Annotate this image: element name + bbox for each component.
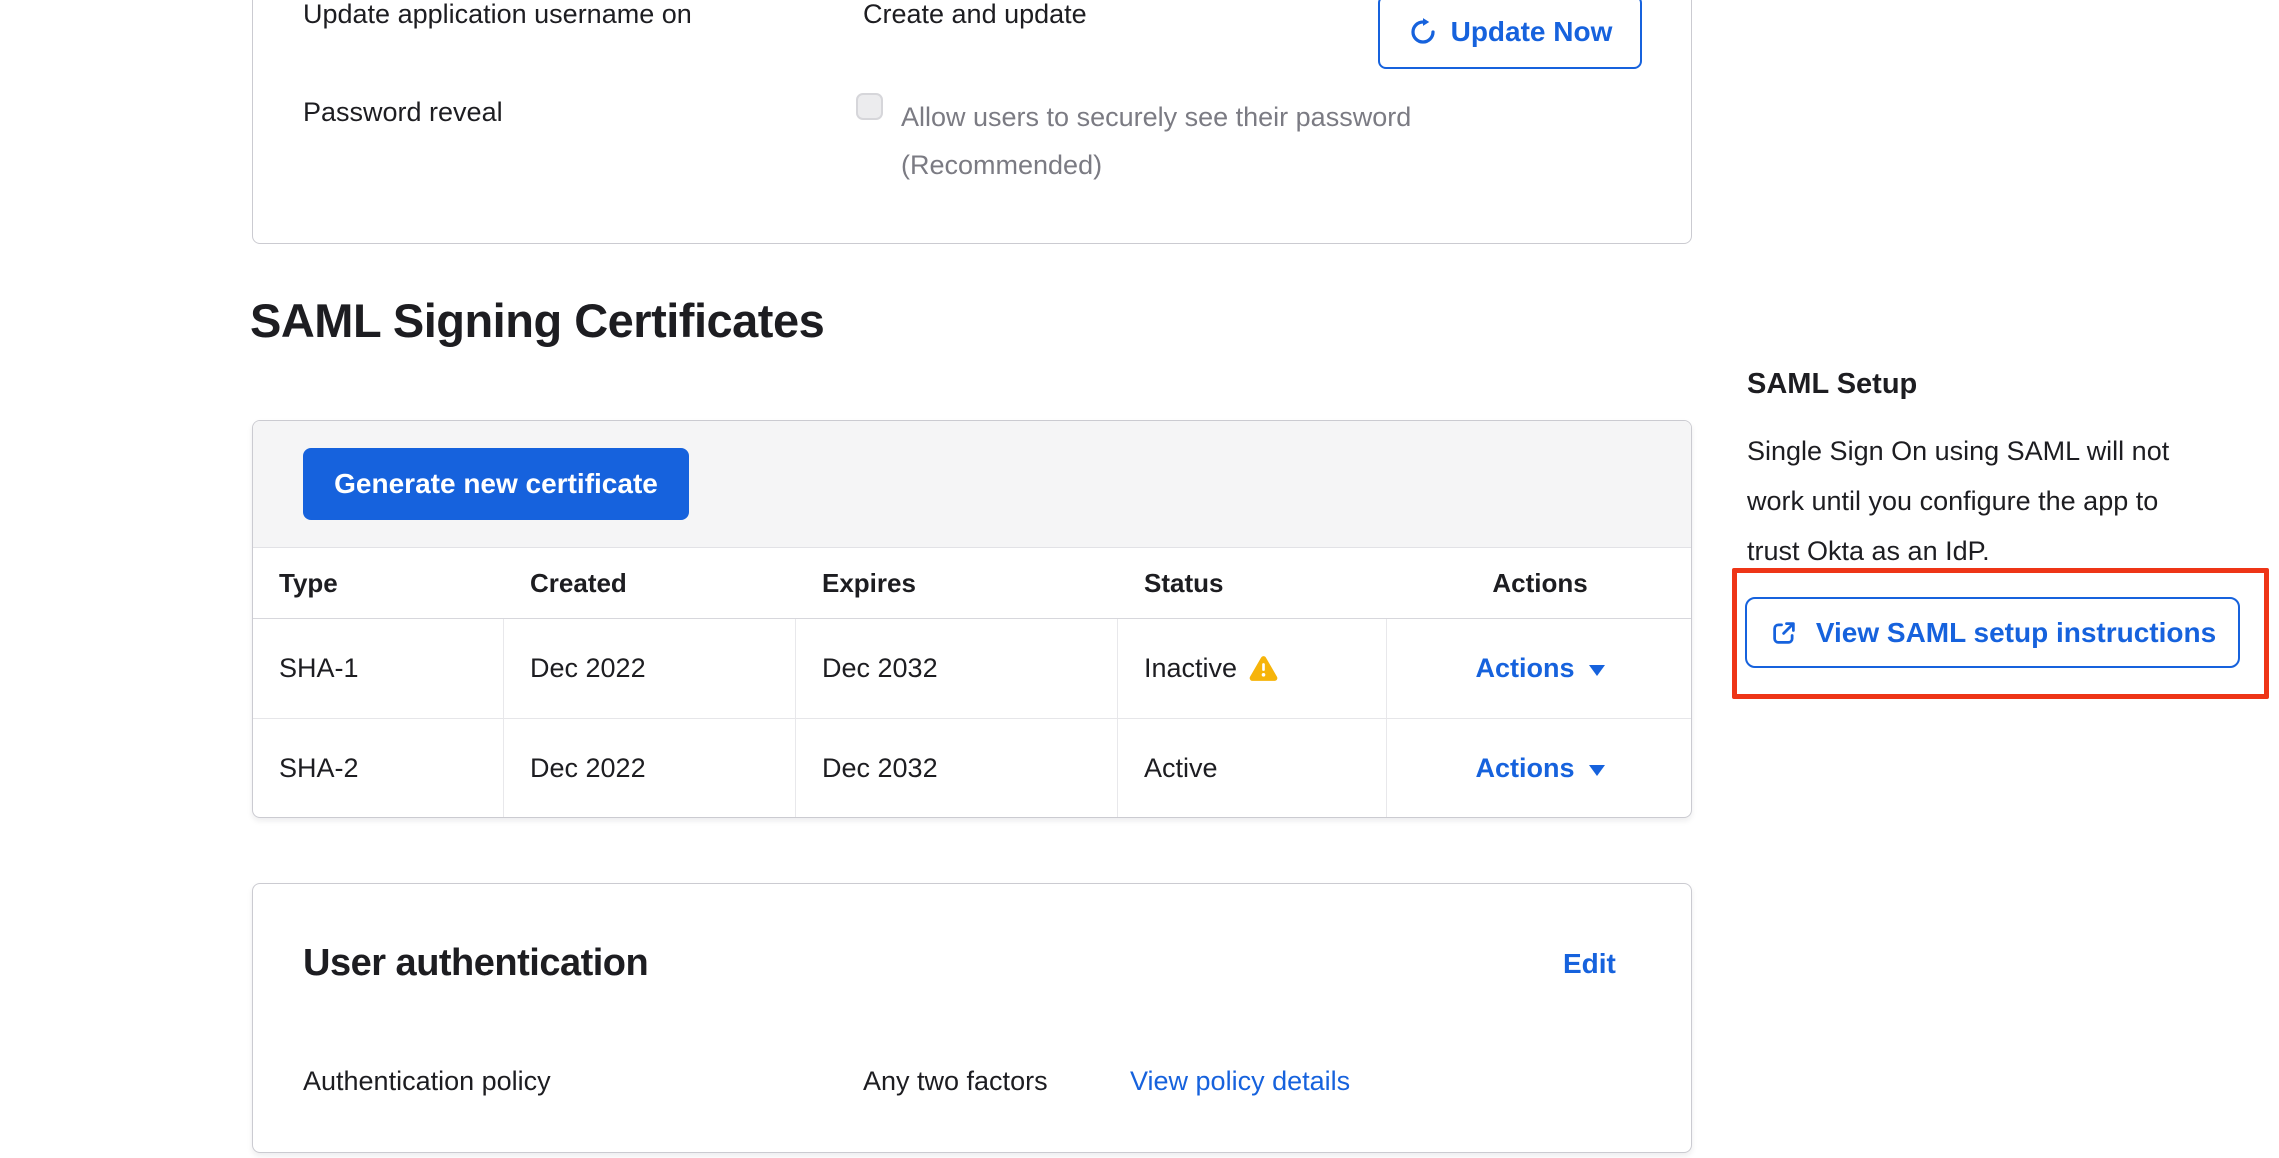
column-header-expires: Expires (796, 548, 1118, 618)
actions-dropdown[interactable]: Actions (1475, 753, 1604, 784)
column-header-type: Type (253, 548, 504, 618)
username-update-value: Create and update (863, 0, 1087, 30)
chevron-down-icon (1589, 665, 1605, 676)
cell-type: SHA-2 (253, 719, 504, 818)
saml-setup-title: SAML Setup (1747, 368, 1917, 401)
generate-new-certificate-button[interactable]: Generate new certificate (303, 448, 689, 520)
cell-status: Inactive (1118, 619, 1387, 718)
chevron-down-icon (1589, 765, 1605, 776)
username-update-label: Update application username on (303, 0, 692, 30)
warning-triangle-icon (1249, 655, 1278, 682)
page-title: SAML Signing Certificates (250, 293, 824, 348)
authentication-policy-value: Any two factors (863, 1066, 1048, 1097)
saml-certificates-card: Generate new certificate Type Created Ex… (252, 420, 1692, 818)
column-header-status: Status (1118, 548, 1387, 618)
certificates-table-header: Type Created Expires Status Actions (253, 548, 1691, 618)
saml-setup-description: Single Sign On using SAML will not work … (1747, 426, 2247, 576)
authentication-policy-label: Authentication policy (303, 1066, 551, 1097)
password-reveal-checkbox-label: Allow users to securely see their passwo… (901, 93, 1501, 189)
password-reveal-label: Password reveal (303, 97, 503, 128)
certificate-row-sha1: SHA-1 Dec 2022 Dec 2032 Inactive (253, 618, 1691, 718)
password-reveal-checkbox[interactable] (856, 93, 883, 120)
cell-created: Dec 2022 (504, 719, 796, 818)
update-now-button[interactable]: Update Now (1378, 0, 1642, 69)
view-policy-details-link[interactable]: View policy details (1130, 1066, 1350, 1097)
status-text: Active (1144, 753, 1218, 784)
cell-status: Active (1118, 719, 1387, 818)
cell-created: Dec 2022 (504, 619, 796, 718)
edit-link[interactable]: Edit (1563, 948, 1616, 980)
status-text: Inactive (1144, 653, 1237, 684)
cell-expires: Dec 2032 (796, 719, 1118, 818)
view-saml-setup-instructions-button[interactable]: View SAML setup instructions (1745, 597, 2240, 668)
app-settings-card: Update application username on Create an… (252, 0, 1692, 244)
external-link-icon (1769, 618, 1799, 648)
column-header-actions: Actions (1387, 548, 1692, 618)
certificate-row-sha2: SHA-2 Dec 2022 Dec 2032 Active Actions (253, 718, 1691, 818)
cell-type: SHA-1 (253, 619, 504, 718)
view-saml-setup-label: View SAML setup instructions (1816, 617, 2216, 649)
certificates-toolbar: Generate new certificate (253, 421, 1691, 548)
actions-label: Actions (1475, 653, 1574, 684)
actions-dropdown[interactable]: Actions (1475, 653, 1604, 684)
user-authentication-card: User authentication Edit Authentication … (252, 883, 1692, 1153)
update-now-label: Update Now (1451, 16, 1613, 48)
user-authentication-title: User authentication (303, 942, 648, 985)
cell-expires: Dec 2032 (796, 619, 1118, 718)
column-header-created: Created (504, 548, 796, 618)
page: Update application username on Create an… (0, 0, 2279, 1158)
refresh-icon (1408, 17, 1438, 47)
actions-label: Actions (1475, 753, 1574, 784)
